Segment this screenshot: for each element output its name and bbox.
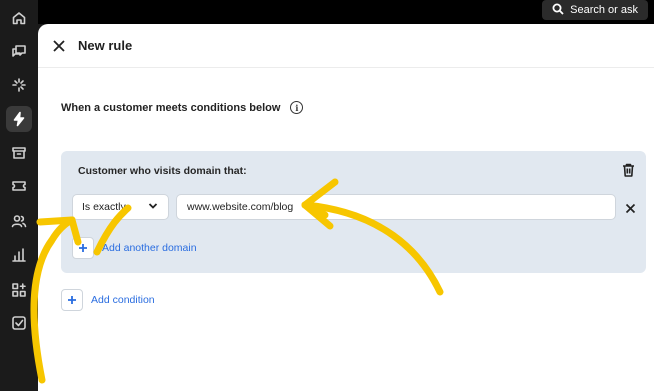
panel-header: New rule <box>38 24 654 68</box>
apps-icon[interactable] <box>9 280 29 300</box>
checkbox-icon[interactable] <box>9 313 29 333</box>
operator-select[interactable]: Is exactly <box>72 194 169 220</box>
bar-chart-icon[interactable] <box>9 245 29 265</box>
left-nav-rail <box>0 0 38 391</box>
search-icon <box>552 3 564 18</box>
page-title: New rule <box>78 38 133 53</box>
info-icon[interactable]: i <box>290 101 304 114</box>
plus-icon <box>72 237 94 259</box>
conditions-heading: When a customer meets conditions below i <box>61 101 304 114</box>
chevron-down-icon <box>148 201 158 214</box>
operator-select-value: Is exactly <box>82 201 126 213</box>
users-icon[interactable] <box>9 211 29 231</box>
search-button-label: Search or ask <box>570 4 638 16</box>
ticket-icon[interactable] <box>9 176 29 196</box>
plus-icon <box>61 289 83 311</box>
conditions-heading-text: When a customer meets conditions below <box>61 101 281 114</box>
chat-icon[interactable] <box>9 41 29 61</box>
close-icon[interactable] <box>52 39 66 53</box>
home-icon[interactable] <box>9 8 29 28</box>
sparkle-icon[interactable] <box>9 75 29 95</box>
archive-icon[interactable] <box>9 143 29 163</box>
app-window: Search or ask New rule When a customer m… <box>0 0 654 391</box>
condition-card: Customer who visits domain that: Is exac… <box>61 151 646 273</box>
trash-icon[interactable] <box>622 163 635 177</box>
domain-input[interactable] <box>176 194 616 220</box>
add-domain-label: Add another domain <box>102 242 197 254</box>
add-condition-label: Add condition <box>91 294 155 306</box>
add-domain-button[interactable]: Add another domain <box>72 237 197 259</box>
top-bar: Search or ask <box>38 0 654 24</box>
new-rule-panel: New rule When a customer meets condition… <box>38 24 654 391</box>
lightning-icon[interactable] <box>6 106 32 132</box>
search-button[interactable]: Search or ask <box>542 0 648 20</box>
remove-domain-icon[interactable] <box>625 201 636 214</box>
condition-card-title: Customer who visits domain that: <box>78 165 247 177</box>
add-condition-button[interactable]: Add condition <box>61 289 155 311</box>
